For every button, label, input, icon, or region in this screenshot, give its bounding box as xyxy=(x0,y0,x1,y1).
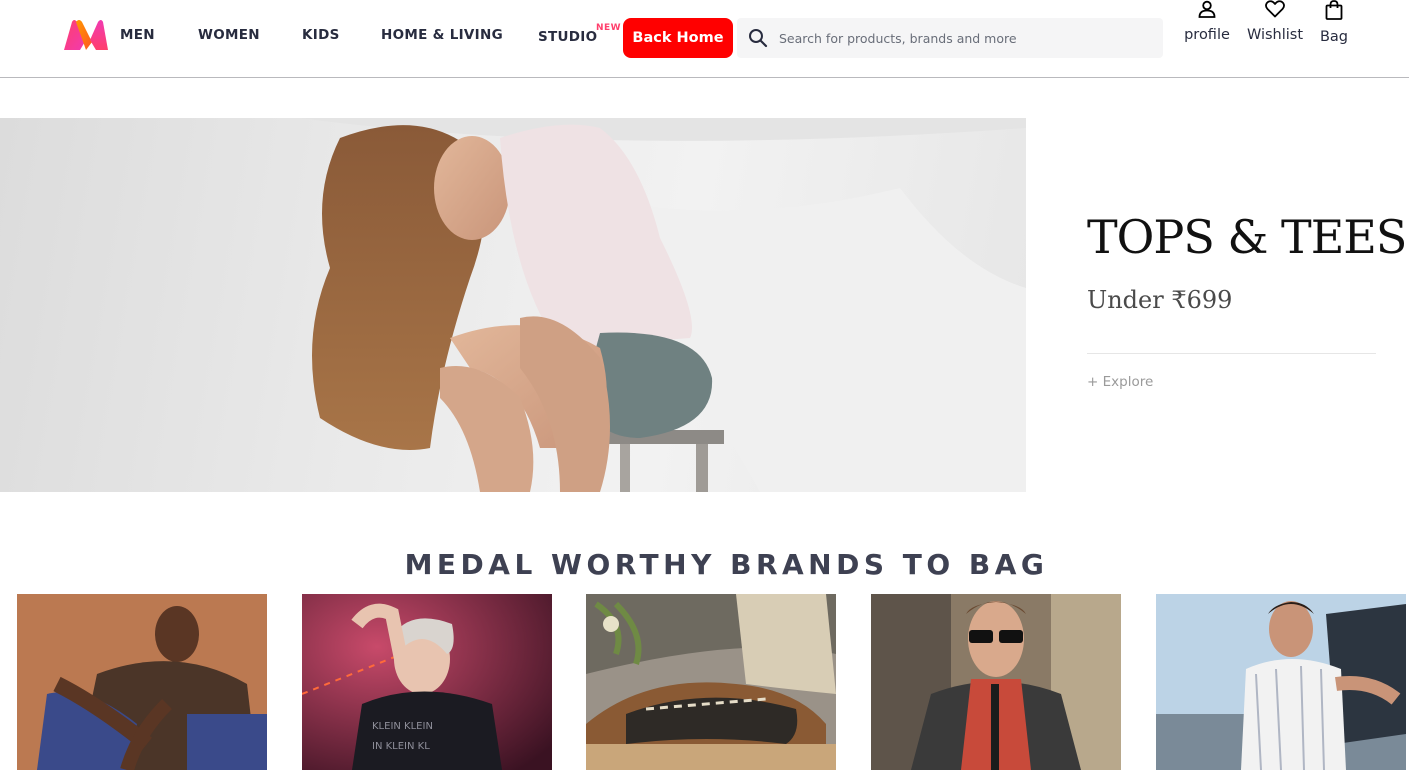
svg-text:IN KLEIN KL: IN KLEIN KL xyxy=(372,741,430,752)
brand-card[interactable] xyxy=(17,594,267,770)
brand-card[interactable] xyxy=(586,594,836,770)
nav-home-living[interactable]: HOME & LIVING xyxy=(381,27,503,43)
svg-text:KLEIN KLEIN: KLEIN KLEIN xyxy=(372,721,433,732)
bag-icon xyxy=(1325,0,1343,25)
search-bar xyxy=(737,18,1163,58)
hero-subtitle: Under ₹699 xyxy=(1087,286,1233,314)
site-header: MEN WOMEN KIDS HOME & LIVING STUDIO NEW … xyxy=(0,0,1409,78)
bag-button[interactable]: Bag xyxy=(1316,0,1352,45)
hero-banner-image[interactable] xyxy=(0,118,1026,492)
new-badge: NEW xyxy=(596,23,622,33)
hero-title: TOPS & TEES xyxy=(1087,210,1407,264)
heart-icon xyxy=(1265,0,1285,23)
explore-link[interactable]: + Explore xyxy=(1087,374,1153,390)
brand-card[interactable] xyxy=(871,594,1121,770)
man-neon-photo: KLEIN KLEIN IN KLEIN KL xyxy=(302,594,552,770)
hero-divider xyxy=(1087,353,1376,354)
myntra-logo[interactable] xyxy=(62,18,110,52)
profile-label: profile xyxy=(1184,27,1230,43)
sneakers-photo xyxy=(586,594,836,770)
search-icon[interactable] xyxy=(737,18,779,58)
profile-button[interactable]: profile xyxy=(1183,0,1231,43)
nav-kids[interactable]: KIDS xyxy=(302,27,340,43)
nav-studio-label: STUDIO xyxy=(538,29,598,45)
section-title: MEDAL WORTHY BRANDS TO BAG xyxy=(404,548,1049,581)
wishlist-button[interactable]: Wishlist xyxy=(1246,0,1304,43)
back-home-button[interactable]: Back Home xyxy=(623,18,733,58)
nav-studio[interactable]: STUDIO NEW xyxy=(538,23,621,45)
man-tattoo-photo xyxy=(17,594,267,770)
nav-men[interactable]: MEN xyxy=(120,27,155,43)
brand-card[interactable]: KLEIN KLEIN IN KLEIN KL xyxy=(302,594,552,770)
man-car-photo xyxy=(1156,594,1406,770)
profile-icon xyxy=(1198,0,1216,23)
wishlist-label: Wishlist xyxy=(1246,27,1304,43)
nav-women[interactable]: WOMEN xyxy=(198,27,260,43)
brand-card[interactable] xyxy=(1156,594,1406,770)
man-sunglasses-photo xyxy=(871,594,1121,770)
bag-label: Bag xyxy=(1319,29,1349,45)
search-input[interactable] xyxy=(779,30,1149,46)
